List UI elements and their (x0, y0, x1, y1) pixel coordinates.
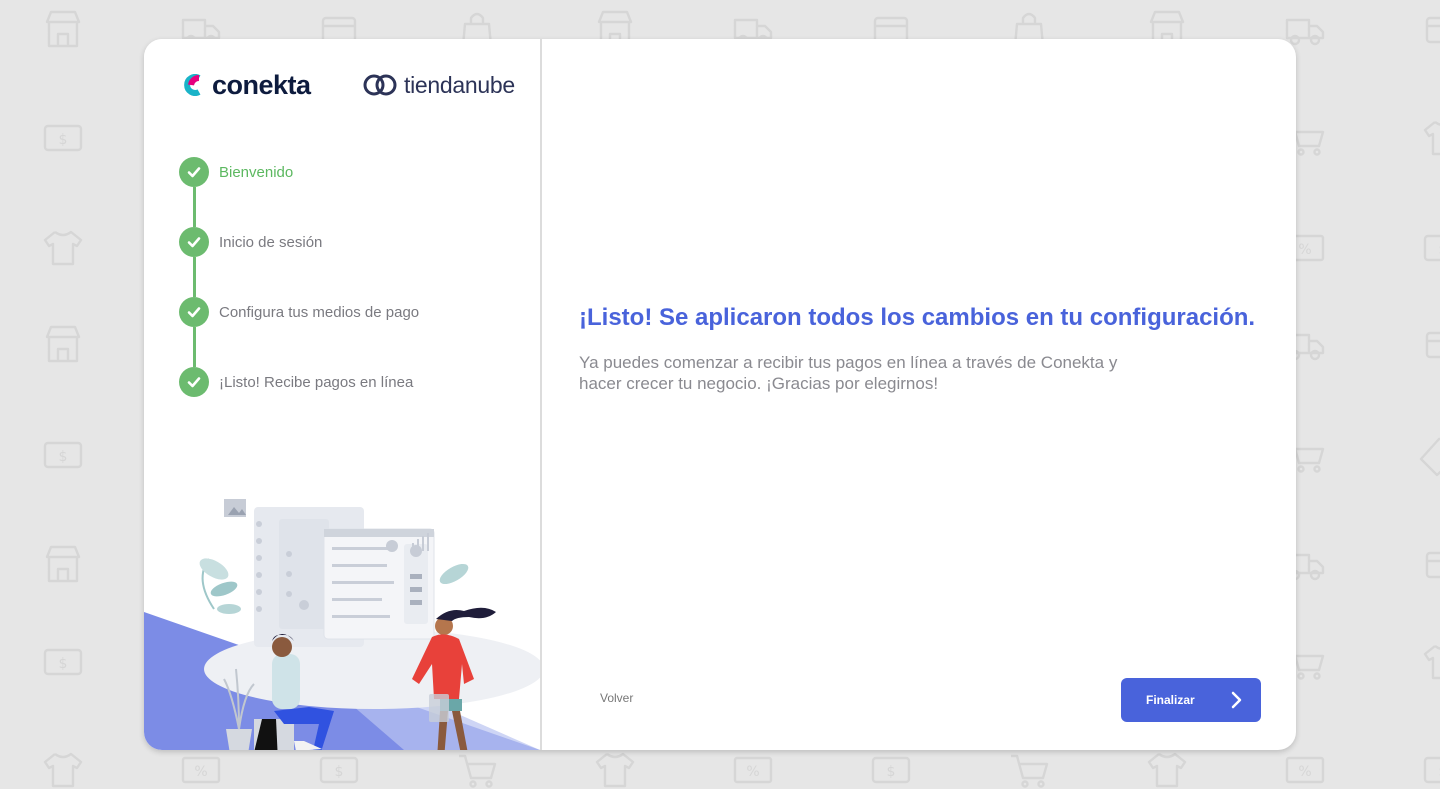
tiendanube-logo: tiendanube (362, 69, 515, 101)
wallet-icon (1425, 551, 1440, 579)
shirt-icon (595, 752, 635, 788)
cash-icon: $ (43, 441, 83, 469)
wallet-icon (1425, 331, 1440, 359)
main-content: ¡Listo! Se aplicaron todos los cambios e… (542, 39, 1296, 750)
svg-text:$: $ (59, 449, 68, 465)
tiendanube-wordmark: tiendanube (404, 71, 515, 98)
svg-text:$: $ (59, 132, 68, 148)
finish-button-label: Finalizar (1146, 693, 1195, 707)
step-medios-pago: Configura tus medios de pago (179, 297, 509, 327)
store-icon (45, 10, 81, 48)
shirt-icon (1147, 752, 1187, 788)
shirt-icon (1423, 121, 1440, 156)
svg-text:$: $ (59, 656, 68, 672)
store-icon (45, 545, 81, 583)
step-label: Configura tus medios de pago (219, 303, 420, 321)
shirt-icon (1423, 645, 1440, 680)
step-listo: ¡Listo! Recibe pagos en línea (179, 367, 509, 397)
cash-icon: $ (43, 648, 83, 676)
svg-text:%: % (194, 764, 207, 780)
step-label: Inicio de sesión (219, 233, 323, 251)
conekta-wordmark: conekta (212, 69, 311, 100)
description-line-2: hacer crecer tu negocio. ¡Gracias por el… (579, 374, 939, 393)
shirt-icon (43, 230, 83, 266)
step-bienvenido: Bienvenido (179, 157, 509, 187)
step-connector (193, 257, 196, 297)
wallet-icon (1425, 16, 1440, 44)
finish-button[interactable]: Finalizar (1121, 678, 1261, 722)
svg-text:%: % (746, 764, 759, 780)
cash-icon: $ (1423, 234, 1440, 262)
check-icon (179, 157, 209, 187)
step-connector (193, 187, 196, 227)
conekta-logo: conekta (184, 69, 311, 101)
cart-icon (459, 754, 497, 788)
svg-text:$: $ (335, 764, 344, 780)
cash-icon: $ (871, 756, 911, 784)
cash-icon: $ (43, 124, 83, 152)
tiendanube-logo-icon (363, 74, 397, 96)
check-icon (179, 297, 209, 327)
success-description: Ya puedes comenzar a recibir tus pagos e… (579, 352, 1179, 394)
step-label: ¡Listo! Recibe pagos en línea (219, 373, 414, 391)
discount-icon: % (733, 756, 773, 784)
cash-icon: $ (1423, 756, 1440, 784)
conekta-logo-icon (184, 74, 201, 96)
cart-icon (1011, 754, 1049, 788)
description-line-1: Ya puedes comenzar a recibir tus pagos e… (579, 353, 1118, 372)
sidebar: conekta tiendanube Bienvenido Inicio de … (144, 39, 542, 750)
onboarding-card: conekta tiendanube Bienvenido Inicio de … (144, 39, 1296, 750)
svg-text:%: % (1298, 764, 1311, 780)
svg-text:$: $ (887, 764, 896, 780)
check-icon (179, 227, 209, 257)
svg-text:%: % (1298, 242, 1311, 258)
cash-icon: $ (319, 756, 359, 784)
discount-icon: % (181, 756, 221, 784)
step-inicio-sesion: Inicio de sesión (179, 227, 509, 257)
discount-icon: % (1285, 756, 1325, 784)
chevron-right-icon (1231, 691, 1242, 709)
back-button[interactable]: Volver (600, 691, 633, 705)
payments-illustration (144, 499, 540, 750)
step-connector (193, 327, 196, 367)
page-title: ¡Listo! Se aplicaron todos los cambios e… (579, 304, 1256, 331)
step-label: Bienvenido (219, 163, 294, 181)
store-icon (45, 325, 81, 363)
shirt-icon (43, 752, 83, 788)
tag-icon (1419, 437, 1440, 477)
check-icon (179, 367, 209, 397)
